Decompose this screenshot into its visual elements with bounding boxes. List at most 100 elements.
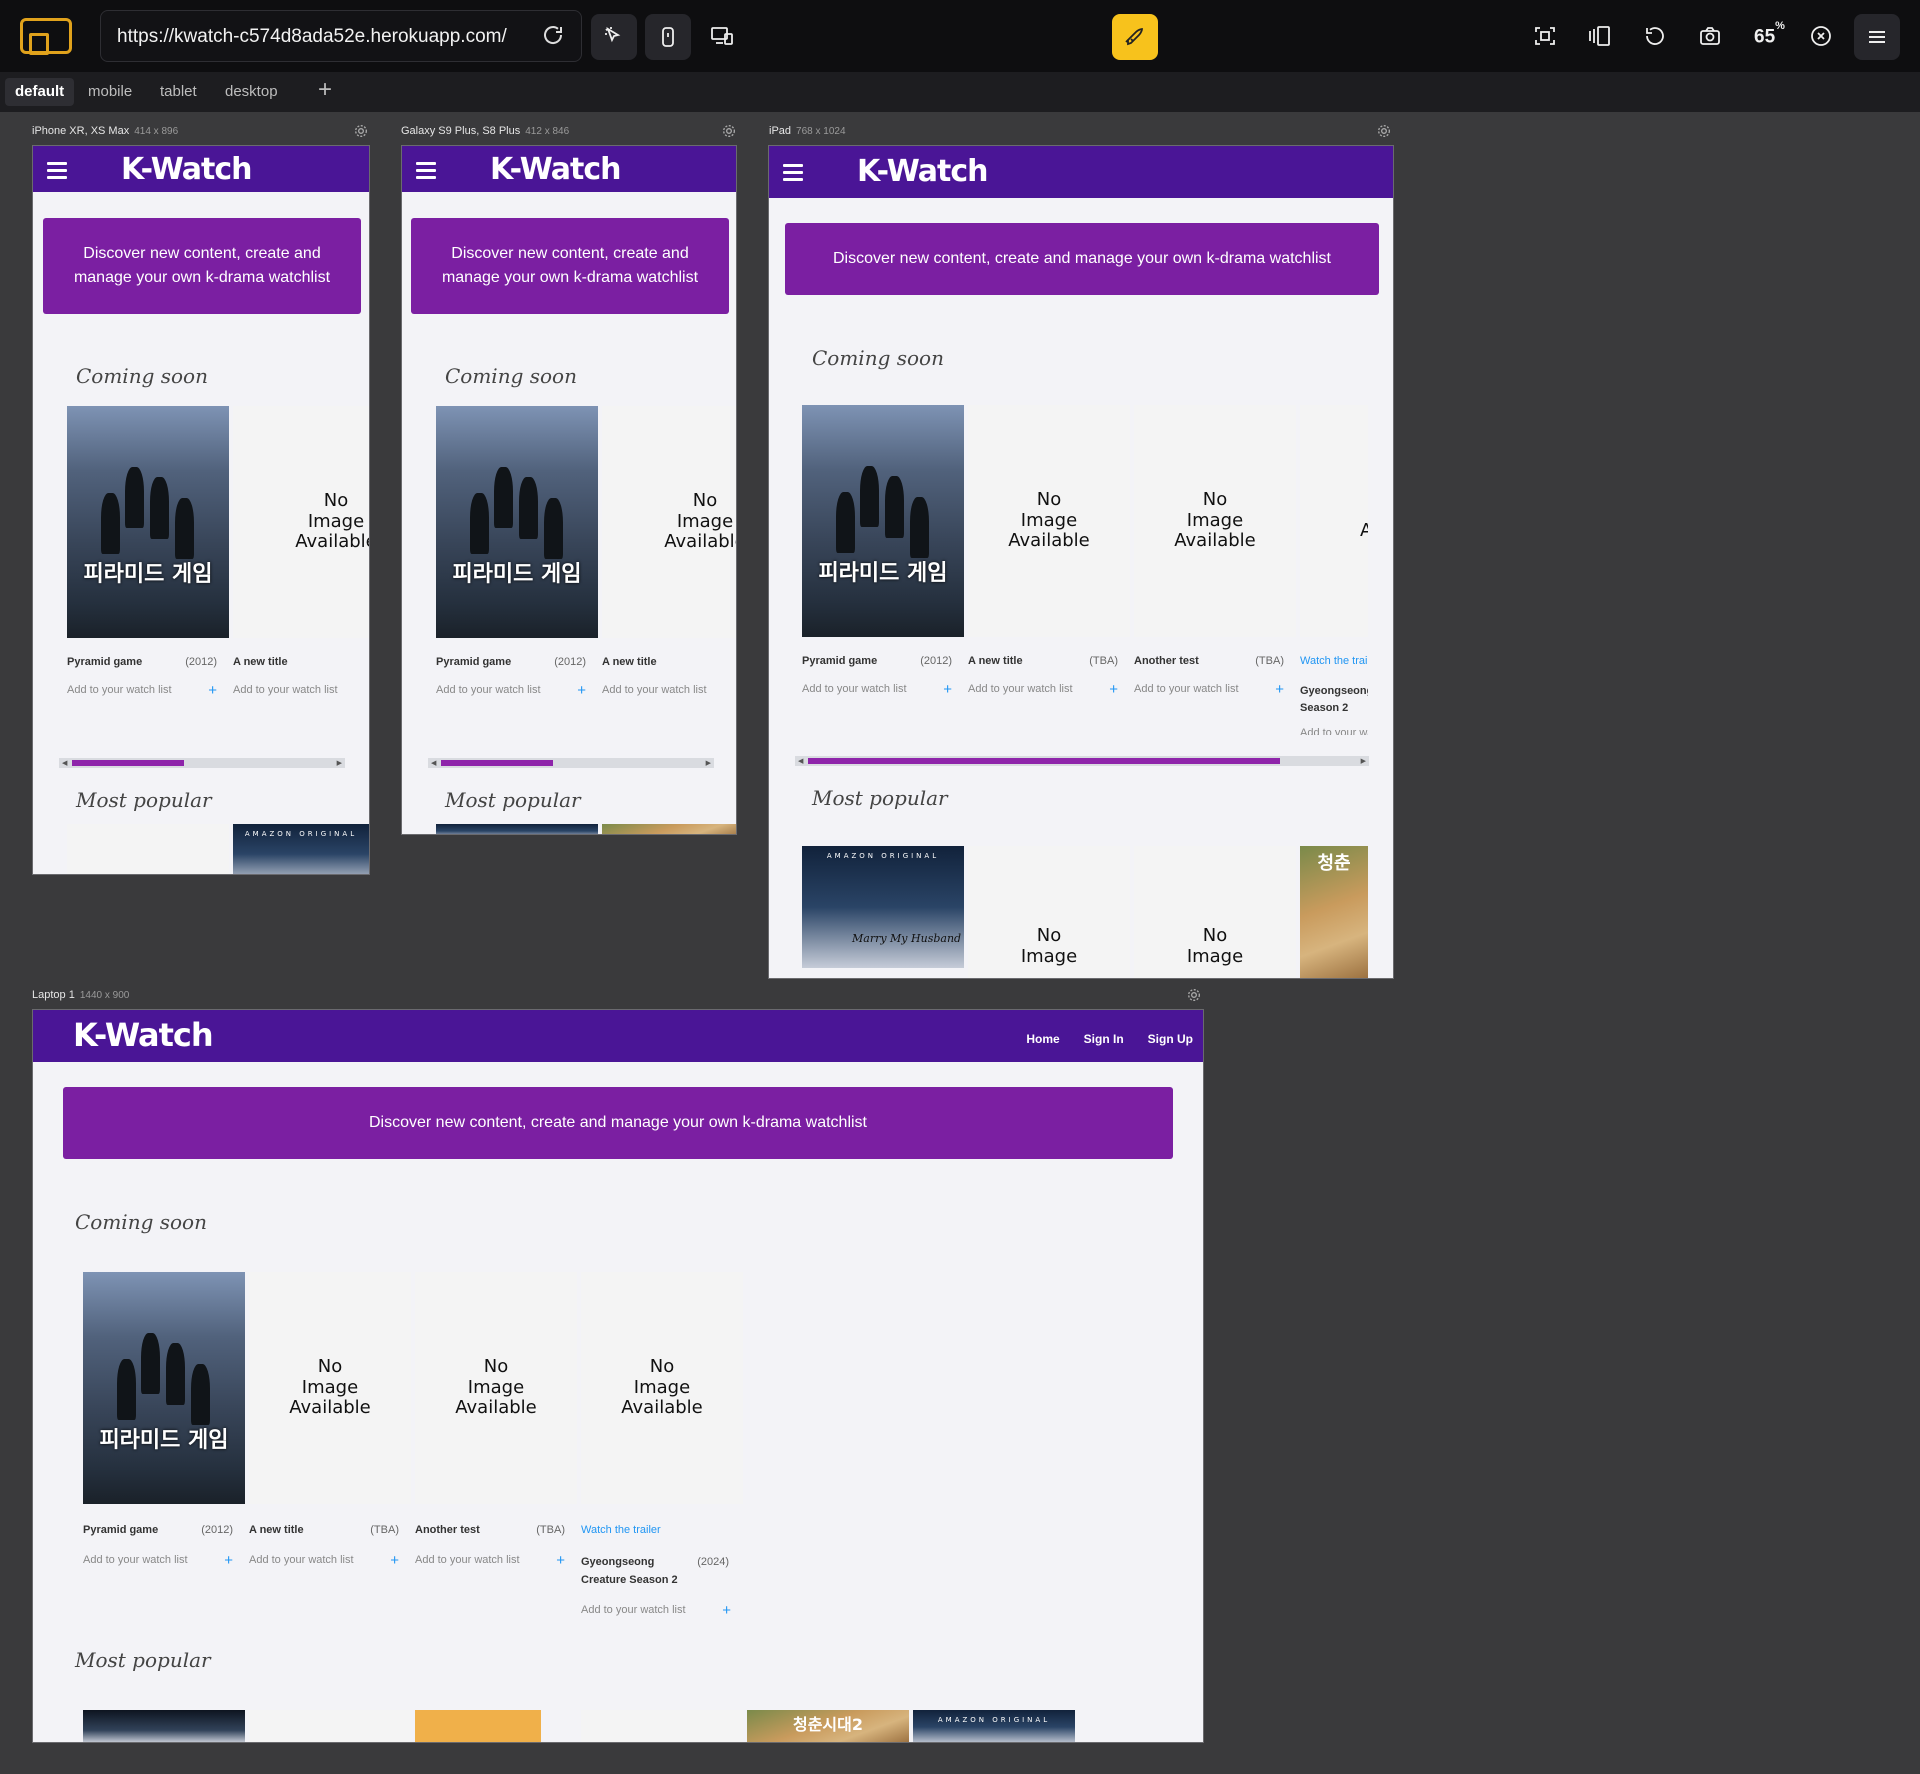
tab-mobile[interactable]: mobile [78,78,142,106]
scroll-right-icon[interactable]: ▶ [337,759,342,767]
scroll-left-icon[interactable]: ◀ [798,757,803,765]
popular-poster-orange[interactable] [415,1710,541,1742]
scrollbar-thumb[interactable] [808,758,1280,764]
add-to-watchlist[interactable]: Add to your watch list + [415,1552,565,1569]
devices-icon[interactable] [710,24,734,48]
card-new-title[interactable]: NoImageAvailable A new title Add to your… [233,406,369,706]
card-new-title[interactable]: No Image Available A new title (TBA) Add to… [249,1272,411,1592]
rocket-icon[interactable] [1112,14,1158,60]
zoom-level[interactable]: 65% [1754,20,1785,48]
no-image-placeholder[interactable]: NoImageAvailable [415,1272,577,1504]
touch-mode-icon[interactable] [645,14,691,60]
add-to-watchlist[interactable]: Add to your watch list + [436,682,586,699]
plus-icon[interactable]: + [224,1552,233,1569]
poster-pyramid-game[interactable]: 피라미드 게임 [436,406,598,638]
scrollbar-thumb[interactable] [441,760,553,766]
nav-sign-in[interactable]: Sign In [1084,1032,1124,1046]
plus-icon[interactable]: + [722,1602,731,1619]
no-image-placeholder[interactable]: NoImageAvailable [602,406,736,638]
menu-icon[interactable] [1854,14,1900,60]
add-tab-icon[interactable]: + [318,76,332,104]
rotate-icon[interactable] [1643,24,1667,48]
plus-icon[interactable]: + [943,681,952,698]
card-gyeongseong[interactable]: ImageAvailable Watch the trailer Gyeongs… [1300,405,1368,735]
popular-poster-dark[interactable] [83,1710,245,1742]
card-another-test[interactable]: No Image Available Another test (TBA) Add t… [1134,405,1296,725]
no-image-placeholder[interactable]: No Image [1134,846,1296,978]
card-pyramid-game[interactable]: 피라미드 게임 Pyramid game (2012) Add to your w… [67,406,229,706]
no-image-placeholder[interactable]: NoImageAvailable [249,1272,411,1504]
popular-poster-warm[interactable]: 청춘시대2 [747,1710,909,1742]
plus-icon[interactable]: + [208,682,217,699]
scroll-left-icon[interactable]: ◀ [62,759,67,767]
plus-icon[interactable]: + [577,682,586,699]
poster-pyramid-game[interactable]: 피라미드 게임 [802,405,964,637]
url-bar[interactable]: https://kwatch-c574d8ada52e.herokuapp.co… [100,10,582,62]
no-image-placeholder[interactable]: NoImageAvailable [581,1272,743,1504]
carousel-scrollbar[interactable]: ◀ ▶ [59,758,345,768]
scrollbar-thumb[interactable] [72,760,184,766]
gear-icon[interactable] [1186,987,1202,1003]
hamburger-icon[interactable] [783,164,803,181]
no-image-placeholder[interactable]: NoImageAvailable [1134,405,1296,637]
add-to-watchlist[interactable]: Add to your watch list + [1134,681,1284,698]
poster-pyramid-game[interactable]: 피라미드 게임 [83,1272,245,1504]
popular-poster-blank[interactable] [581,1710,743,1742]
camera-icon[interactable] [1698,24,1722,48]
add-to-watchlist[interactable]: Add to your watch list + [249,1552,399,1569]
card-pyramid-game[interactable]: 피라미드 게임 Pyramid game (2012) Add to your w… [436,406,598,706]
layout-panels-icon[interactable] [1588,24,1612,48]
close-circle-icon[interactable] [1809,24,1833,48]
add-to-watchlist[interactable]: Add to your watch list + [968,681,1118,698]
card-new-title[interactable]: No Image Available A new title (TBA) Add to… [968,405,1130,725]
tab-default[interactable]: default [5,78,75,106]
scroll-left-icon[interactable]: ◀ [431,759,436,767]
hamburger-icon[interactable] [47,162,67,179]
popular-poster-amazon[interactable]: AMAZON ORIGINAL Marry My Husband [802,846,964,968]
inspect-cursor-icon[interactable] [591,14,637,60]
card-new-title[interactable]: NoImageAvailable A new title Add to your… [602,406,736,706]
gear-icon[interactable] [721,123,737,139]
watch-trailer-link[interactable]: Watch the trailer [581,1524,661,1536]
plus-icon[interactable]: + [556,1552,565,1569]
site-logo[interactable]: K-Watch [857,154,988,189]
popular-poster-amazon[interactable]: AMAZON ORIGINAL [233,824,369,874]
app-logo-icon[interactable] [20,18,72,55]
gear-icon[interactable] [1376,123,1392,139]
popular-poster-amazon[interactable]: AMAZON ORIGINAL [913,1710,1075,1742]
plus-icon[interactable]: + [390,1552,399,1569]
no-image-placeholder[interactable]: ImageAvailable [1300,405,1368,637]
add-to-watchlist[interactable]: Add to your watch list + [83,1552,233,1569]
carousel-scrollbar[interactable]: ◀ ▶ [428,758,714,768]
tab-tablet[interactable]: tablet [150,78,207,106]
site-logo[interactable]: K-Watch [73,1016,214,1054]
add-to-watchlist[interactable]: Add to your watch list [233,684,369,696]
add-to-watchlist[interactable]: Add to your watch list + [581,1602,731,1619]
nav-sign-up[interactable]: Sign Up [1148,1032,1193,1046]
tab-desktop[interactable]: desktop [215,78,288,106]
poster-pyramid-game[interactable]: 피라미드 게임 [67,406,229,638]
reload-url-icon[interactable] [541,23,565,47]
popular-poster-warm[interactable] [602,824,736,834]
gear-icon[interactable] [353,123,369,139]
site-logo[interactable]: K-Watch [490,152,621,187]
plus-icon[interactable]: + [1275,681,1284,698]
card-pyramid-game[interactable]: 피라미드 게임 Pyramid game (2012) Add to your w… [802,405,964,725]
plus-icon[interactable]: + [1109,681,1118,698]
nav-home[interactable]: Home [1026,1032,1059,1046]
popular-poster-warm[interactable]: 청춘 [1300,846,1368,978]
hamburger-icon[interactable] [416,162,436,179]
scroll-right-icon[interactable]: ▶ [706,759,711,767]
add-to-watchlist[interactable]: Add to your watch list + [802,681,952,698]
watch-trailer-link[interactable]: Watch the trailer [1300,655,1368,667]
site-logo[interactable]: K-Watch [121,152,252,187]
add-to-watchlist[interactable]: Add to your watch list + [67,682,217,699]
add-to-watchlist[interactable]: Add to your watch list [602,684,736,696]
card-pyramid-game[interactable]: 피라미드 게임 Pyramid game (2012) Add to your w… [83,1272,245,1592]
card-another-test[interactable]: No Image Available Another test (TBA) Add t… [415,1272,577,1592]
popular-poster-blank[interactable] [249,1710,411,1742]
no-image-placeholder[interactable]: NoImageAvailable [233,406,369,638]
scroll-right-icon[interactable]: ▶ [1361,757,1366,765]
url-text[interactable]: https://kwatch-c574d8ada52e.herokuapp.co… [117,26,507,48]
card-gyeongseong[interactable]: No Image Available Watch the trailer Gyeon… [581,1272,743,1619]
